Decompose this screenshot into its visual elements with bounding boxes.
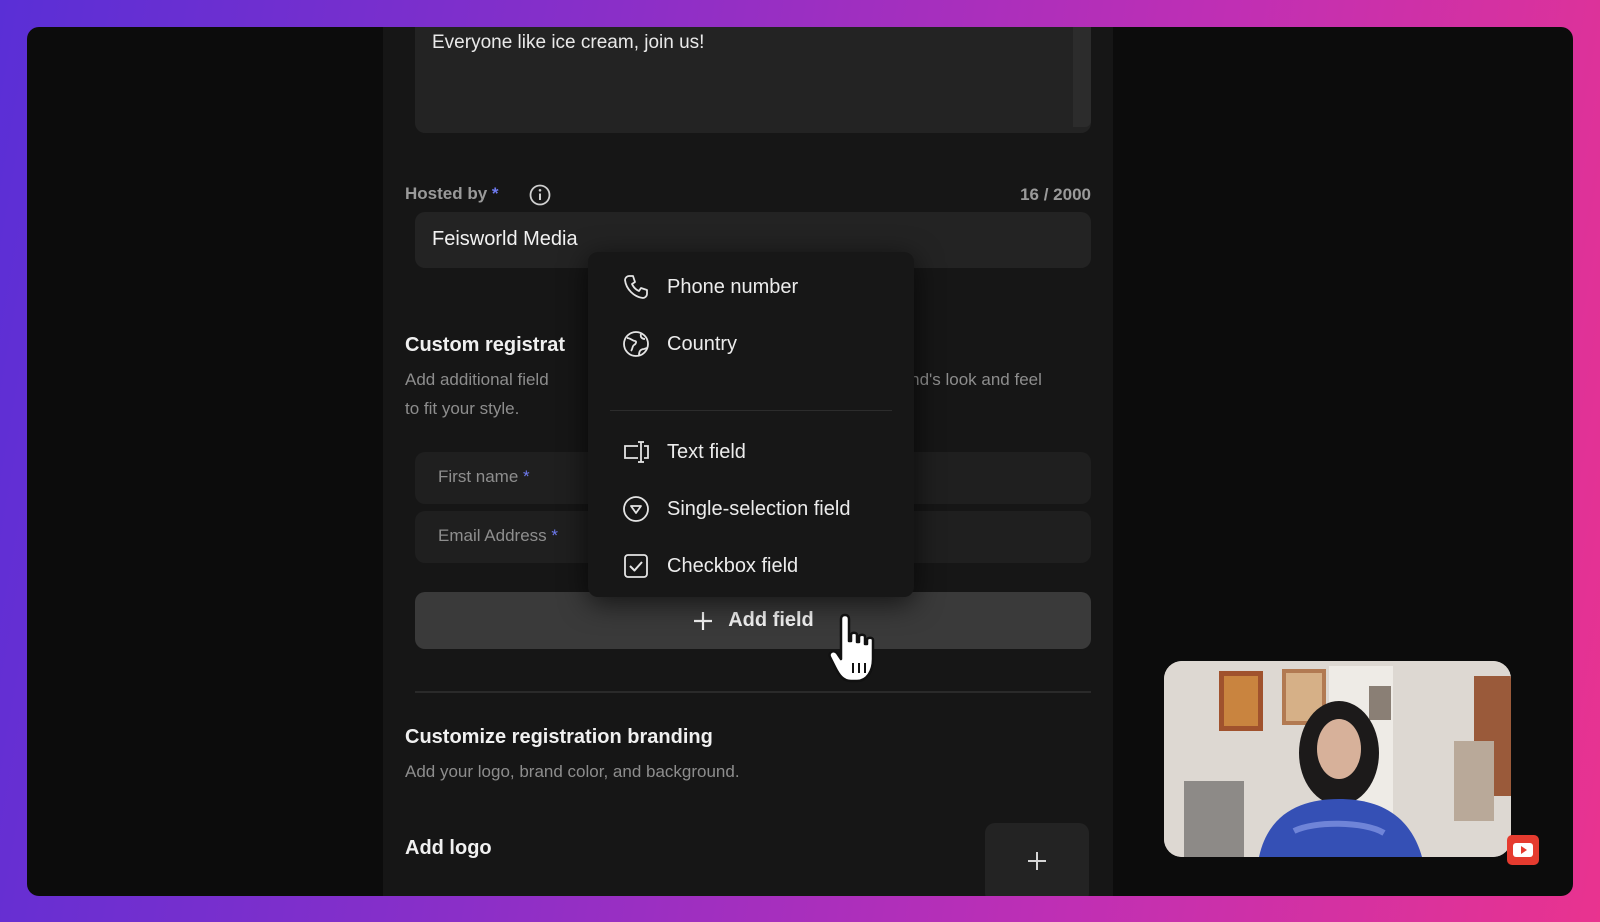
plus-icon [1028,852,1046,870]
add-logo-button[interactable] [985,823,1089,896]
menu-item-label: Single-selection field [667,497,851,520]
field-label-text: First name [438,467,519,486]
custom-registration-title: Custom registrat [405,334,566,356]
menu-item-label: Checkbox field [667,554,799,577]
menu-item-label: Text field [667,440,746,463]
section-divider [415,691,1091,693]
field-label-text: Email Address [438,526,547,545]
menu-item-checkbox[interactable]: Checkbox field [588,541,914,591]
menu-item-phone-number[interactable]: Phone number [588,262,914,312]
custom-registration-desc-line2: to fit your style. [405,399,520,418]
text-field-icon [624,441,649,463]
phone-icon [624,275,648,299]
menu-item-country[interactable]: Country [588,319,914,369]
branding-desc: Add your logo, brand color, and backgrou… [405,762,740,781]
dropdown-circle-icon [623,496,649,522]
menu-item-label: Phone number [667,275,799,298]
checkbox-icon [624,554,648,578]
add-logo-title: Add logo [405,837,492,859]
add-field-menu: Phone number Country Text field Single-s… [588,252,914,597]
globe-icon [623,331,649,357]
hand-cursor-icon [828,613,875,683]
youtube-subscribe-icon[interactable] [1507,835,1539,865]
custom-registration-desc-line1-right: rand's look and feel [895,370,1042,389]
webcam-image [1164,661,1511,857]
branding-title: Customize registration branding [405,726,713,748]
info-icon[interactable] [529,184,551,206]
plus-icon [694,611,713,630]
add-field-button[interactable]: Add field [415,592,1091,649]
required-mark: * [551,526,559,545]
hosted-by-value: Feisworld Media [432,228,578,250]
character-counter: 16 / 2000 [1020,185,1091,204]
custom-registration-desc-line1: Add additional field [405,370,549,389]
required-mark: * [491,184,499,203]
field-label: First name * [438,467,530,487]
hosted-by-label-text: Hosted by [405,184,488,203]
textarea-scrollbar[interactable] [1073,27,1091,127]
description-textarea[interactable]: Everyone like ice cream, join us! [415,27,1091,133]
field-label: Email Address * [438,526,558,546]
required-mark: * [523,467,530,486]
add-field-label: Add field [728,609,814,631]
hosted-by-label: Hosted by * [405,184,499,204]
description-text: Everyone like ice cream, join us! [432,32,705,53]
webcam-video-overlay [1164,661,1511,857]
menu-item-label: Country [667,332,738,355]
youtube-icon [1513,843,1533,857]
menu-item-text-field[interactable]: Text field [588,427,914,477]
menu-item-single-selection[interactable]: Single-selection field [588,484,914,534]
menu-separator [610,410,892,411]
